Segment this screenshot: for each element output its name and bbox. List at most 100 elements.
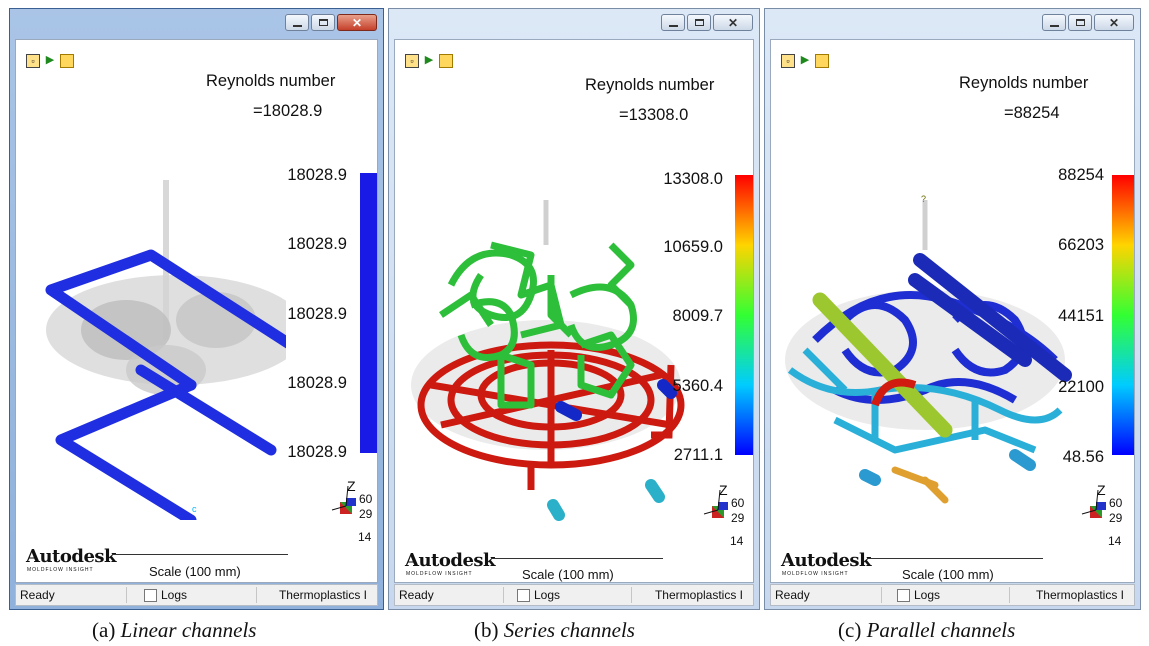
minimize-button[interactable] bbox=[285, 14, 309, 31]
result-title: Reynolds number bbox=[959, 74, 1089, 92]
caption-prefix: (c) bbox=[838, 618, 867, 642]
title-bar[interactable]: ✕ bbox=[10, 9, 383, 37]
play-icon[interactable]: ▶ bbox=[43, 54, 57, 68]
color-legend-bar bbox=[735, 175, 753, 455]
maximize-button[interactable] bbox=[687, 14, 711, 31]
axis-number: 14 bbox=[1108, 534, 1122, 548]
legend-tick: 66203 bbox=[1058, 236, 1104, 254]
toolbar: ▫ ▶ bbox=[781, 54, 829, 68]
status-ready: Ready bbox=[775, 588, 810, 602]
result-title: Reynolds number bbox=[206, 72, 336, 90]
logs-checkbox[interactable]: Logs bbox=[144, 588, 187, 602]
color-legend-bar bbox=[360, 173, 377, 453]
plot-viewport[interactable]: ▫ ▶ Reynolds number =88254 ? 88254 66203… bbox=[770, 39, 1135, 583]
caption-prefix: (a) bbox=[92, 618, 121, 642]
legend-tick: 13308.0 bbox=[663, 170, 723, 188]
play-icon[interactable]: ▶ bbox=[422, 54, 436, 68]
caption-parallel: (c) Parallel channels bbox=[838, 618, 1015, 643]
scale-bar bbox=[867, 558, 1043, 559]
minimize-button[interactable] bbox=[1042, 14, 1066, 31]
scale-bar bbox=[112, 554, 288, 555]
toolbar: ▫ ▶ bbox=[405, 54, 453, 68]
maximize-icon bbox=[1075, 19, 1085, 26]
caption-name: Series channels bbox=[503, 618, 635, 642]
minimize-button[interactable] bbox=[661, 14, 685, 31]
axis-number: 60 bbox=[1109, 496, 1123, 510]
layers-icon[interactable] bbox=[439, 54, 453, 68]
lock-icon[interactable]: ▫ bbox=[26, 54, 40, 68]
result-value: =13308.0 bbox=[619, 106, 689, 124]
legend-tick: 18028.9 bbox=[287, 443, 347, 461]
status-ready: Ready bbox=[399, 588, 434, 602]
legend-tick: 18028.9 bbox=[287, 235, 347, 253]
result-value: =88254 bbox=[1004, 104, 1060, 122]
legend-tick: 2711.1 bbox=[673, 446, 723, 464]
maximize-button[interactable] bbox=[311, 14, 335, 31]
window-parallel[interactable]: ✕ ▫ ▶ Reynolds number =88254 ? 88254 662… bbox=[764, 8, 1141, 610]
title-bar[interactable]: ✕ bbox=[765, 9, 1140, 37]
axis-number: 29 bbox=[359, 507, 373, 521]
axis-number: 60 bbox=[731, 496, 745, 510]
lock-icon[interactable]: ▫ bbox=[781, 54, 795, 68]
caption-series: (b) Series channels bbox=[474, 618, 635, 643]
legend-tick: 18028.9 bbox=[287, 374, 347, 392]
cooling-channel-model: ? bbox=[785, 194, 1072, 504]
logs-checkbox[interactable]: Logs bbox=[897, 588, 940, 602]
cooling-channel-model: c c bbox=[45, 180, 286, 520]
axis-z-label: Z bbox=[347, 478, 356, 494]
checkbox-icon[interactable] bbox=[897, 588, 910, 602]
lock-icon[interactable]: ▫ bbox=[405, 54, 419, 68]
toolbar: ▫ ▶ bbox=[26, 54, 74, 68]
close-button[interactable]: ✕ bbox=[1094, 14, 1134, 31]
close-button[interactable]: ✕ bbox=[713, 14, 753, 31]
legend-tick: 18028.9 bbox=[287, 305, 347, 323]
legend-tick: 5360.4 bbox=[672, 377, 723, 395]
maximize-icon bbox=[318, 19, 328, 26]
svg-text:c: c bbox=[192, 504, 197, 514]
color-legend-bar bbox=[1112, 175, 1134, 455]
legend-tick: 22100 bbox=[1058, 378, 1104, 396]
window-series[interactable]: ✕ ▫ ▶ Reynolds number =13308.0 13308.0 1… bbox=[388, 8, 760, 610]
scale-bar bbox=[491, 558, 663, 559]
axis-z-label: Z bbox=[1097, 482, 1106, 498]
layers-icon[interactable] bbox=[815, 54, 829, 68]
layers-icon[interactable] bbox=[60, 54, 74, 68]
logo-subtitle: MOLDFLOW INSIGHT bbox=[782, 571, 849, 577]
close-icon: ✕ bbox=[727, 15, 739, 30]
close-icon: ✕ bbox=[1108, 15, 1120, 30]
autodesk-logo: Autodesk bbox=[405, 550, 496, 571]
svg-text:?: ? bbox=[921, 194, 926, 204]
minimize-icon bbox=[292, 24, 302, 27]
play-icon[interactable]: ▶ bbox=[798, 54, 812, 68]
status-module: Thermoplastics I bbox=[1035, 588, 1124, 602]
legend-tick: 44151 bbox=[1058, 307, 1104, 325]
caption-name: Parallel channels bbox=[866, 618, 1016, 642]
legend-tick: 48.56 bbox=[1062, 448, 1104, 466]
plot-viewport[interactable]: ▫ ▶ Reynolds number =18028.9 c c 18028.9… bbox=[15, 39, 378, 583]
title-bar[interactable]: ✕ bbox=[389, 9, 759, 37]
legend-tick: 10659.0 bbox=[663, 238, 723, 256]
axis-number: 29 bbox=[731, 511, 745, 525]
logs-checkbox[interactable]: Logs bbox=[517, 588, 560, 602]
close-icon: ✕ bbox=[351, 15, 363, 30]
scale-label: Scale (100 mm) bbox=[522, 567, 614, 582]
maximize-button[interactable] bbox=[1068, 14, 1092, 31]
status-bar: Ready Logs Thermoplastics I bbox=[15, 584, 378, 606]
status-bar: Ready Logs Thermoplastics I bbox=[394, 584, 754, 606]
axis-number: 14 bbox=[358, 530, 372, 544]
axis-z-label: Z bbox=[719, 482, 728, 498]
checkbox-icon[interactable] bbox=[517, 588, 530, 602]
logs-label: Logs bbox=[534, 588, 561, 602]
close-button[interactable]: ✕ bbox=[337, 14, 377, 31]
status-bar: Ready Logs Thermoplastics I bbox=[770, 584, 1135, 606]
plot-viewport[interactable]: ▫ ▶ Reynolds number =13308.0 13308.0 106… bbox=[394, 39, 754, 583]
status-module: Thermoplastics I bbox=[278, 588, 367, 602]
scale-label: Scale (100 mm) bbox=[902, 567, 994, 582]
window-linear[interactable]: ✕ ▫ ▶ Reynolds number =18028.9 c c 18028… bbox=[9, 8, 384, 610]
result-title: Reynolds number bbox=[585, 76, 715, 94]
checkbox-icon[interactable] bbox=[144, 588, 157, 602]
autodesk-logo: Autodesk bbox=[26, 546, 117, 567]
logs-label: Logs bbox=[914, 588, 941, 602]
logo-subtitle: MOLDFLOW INSIGHT bbox=[27, 567, 94, 573]
autodesk-logo: Autodesk bbox=[781, 550, 872, 571]
